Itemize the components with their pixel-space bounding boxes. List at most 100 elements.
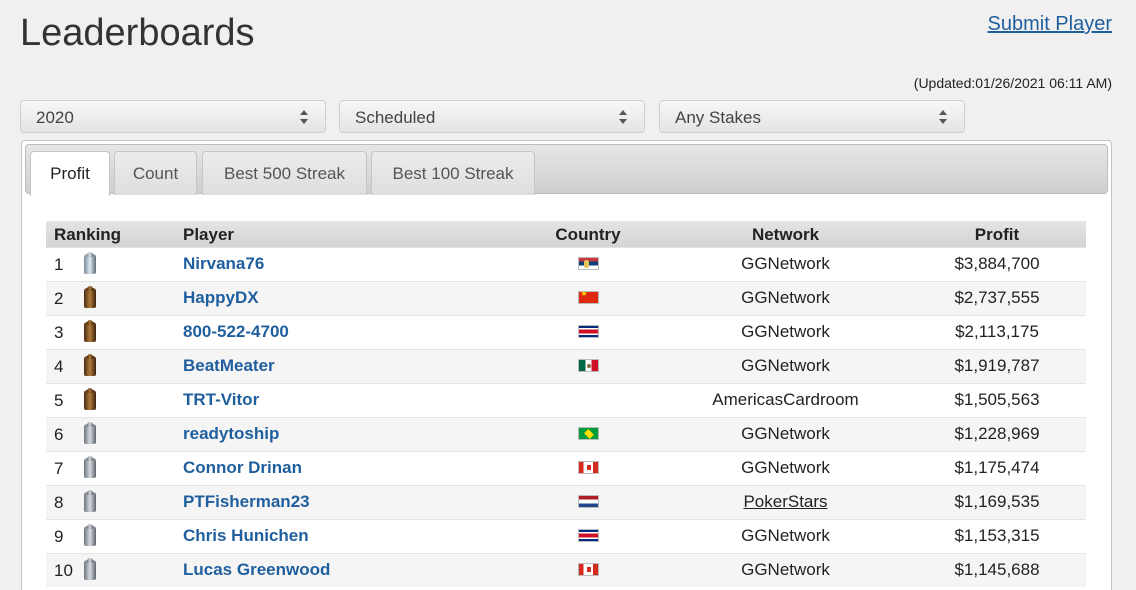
table-row: 1 Nirvana76 GGNetwork $3,884,700 xyxy=(46,246,1086,281)
flag-mx-icon xyxy=(577,359,599,372)
player-link[interactable]: PTFisherman23 xyxy=(183,492,310,511)
country-cell xyxy=(513,246,663,281)
bronze-badge-icon xyxy=(84,387,96,410)
player-link[interactable]: Connor Drinan xyxy=(183,458,302,477)
network-cell: GGNetwork xyxy=(663,246,908,281)
table-row: 4 BeatMeater GGNetwork $1,919,787 xyxy=(46,348,1086,383)
tab-best-100-streak[interactable]: Best 100 Streak xyxy=(371,151,535,195)
stakes-select[interactable]: Any Stakes xyxy=(659,100,965,133)
flag-ca-icon xyxy=(577,461,599,474)
rank-cell: 3 xyxy=(46,314,183,349)
country-cell xyxy=(513,382,663,417)
column-header-network[interactable]: Network xyxy=(663,221,908,247)
player-cell: 800-522-4700 xyxy=(183,314,513,349)
rank-number: 5 xyxy=(54,390,64,410)
rank-cell: 7 xyxy=(46,450,183,485)
country-cell xyxy=(513,314,663,349)
flag-cn-icon xyxy=(577,291,599,304)
network-cell: GGNetwork xyxy=(663,552,908,587)
leaderboard-panel: Profit Count Best 500 Streak Best 100 St… xyxy=(21,140,1112,590)
player-link[interactable]: HappyDX xyxy=(183,288,259,307)
player-cell: HappyDX xyxy=(183,280,513,315)
table-row: 7 Connor Drinan GGNetwork $1,175,474 xyxy=(46,450,1086,485)
table-row: 5 TRT-Vitor AmericasCardroom $1,505,563 xyxy=(46,382,1086,417)
table-body: 1 Nirvana76 GGNetwork $3,884,700 2 HappyDX GGN… xyxy=(46,246,1086,587)
player-link[interactable]: Nirvana76 xyxy=(183,254,264,273)
year-select-value: 2020 xyxy=(36,108,74,127)
player-link[interactable]: readytoship xyxy=(183,424,279,443)
rank-cell: 8 xyxy=(46,484,183,519)
silver-badge-icon xyxy=(84,455,96,478)
rank-cell: 2 xyxy=(46,280,183,315)
table-row: 8 PTFisherman23 PokerStars $1,169,535 xyxy=(46,484,1086,519)
rank-number: 10 xyxy=(54,560,73,580)
network-cell: GGNetwork xyxy=(663,314,908,349)
flag-ca-icon xyxy=(577,563,599,577)
country-cell xyxy=(513,450,663,485)
column-header-country[interactable]: Country xyxy=(513,221,663,247)
column-header-profit[interactable]: Profit xyxy=(908,221,1086,247)
tab-count[interactable]: Count xyxy=(114,151,197,195)
profit-cell: $1,505,563 xyxy=(908,382,1086,417)
tab-bar: Profit Count Best 500 Streak Best 100 St… xyxy=(25,144,1108,196)
network-cell: PokerStars xyxy=(663,484,908,519)
network-label: GGNetwork xyxy=(741,254,830,273)
table-row: 6 readytoship GGNetwork $1,228,969 xyxy=(46,416,1086,451)
player-link[interactable]: Chris Hunichen xyxy=(183,526,309,545)
player-link[interactable]: Lucas Greenwood xyxy=(183,560,330,579)
network-link[interactable]: PokerStars xyxy=(743,492,827,511)
table-header-row: Ranking Player Country Network Profit xyxy=(46,221,1086,247)
network-cell: GGNetwork xyxy=(663,280,908,315)
tab-best-500-streak[interactable]: Best 500 Streak xyxy=(202,151,367,195)
player-link[interactable]: 800-522-4700 xyxy=(183,322,289,341)
network-label: GGNetwork xyxy=(741,288,830,307)
network-cell: GGNetwork xyxy=(663,416,908,451)
silver-badge-icon xyxy=(84,421,96,444)
player-cell: Nirvana76 xyxy=(183,246,513,281)
flag-rs-icon xyxy=(577,257,599,270)
year-select[interactable]: 2020 xyxy=(20,100,326,133)
column-header-player[interactable]: Player xyxy=(183,221,513,247)
player-cell: TRT-Vitor xyxy=(183,382,513,417)
flag-cr-icon xyxy=(577,529,599,542)
player-cell: Lucas Greenwood xyxy=(183,552,513,587)
country-cell xyxy=(513,484,663,519)
bronze-badge-icon xyxy=(84,353,96,376)
game-type-select[interactable]: Scheduled xyxy=(339,100,645,133)
rank-number: 9 xyxy=(54,526,64,546)
player-link[interactable]: TRT-Vitor xyxy=(183,390,259,409)
diamond-badge-icon xyxy=(84,251,96,274)
rank-cell: 5 xyxy=(46,382,183,417)
network-label: GGNetwork xyxy=(741,356,830,375)
country-cell xyxy=(513,552,663,587)
profit-cell: $3,884,700 xyxy=(908,246,1086,281)
rank-number: 8 xyxy=(54,492,64,512)
profit-cell: $1,919,787 xyxy=(908,348,1086,383)
stakes-select-value: Any Stakes xyxy=(675,108,761,127)
profit-cell: $2,737,555 xyxy=(908,280,1086,315)
profit-cell: $1,145,688 xyxy=(908,552,1086,587)
rank-cell: 6 xyxy=(46,416,183,451)
player-link[interactable]: BeatMeater xyxy=(183,356,275,375)
submit-player-link[interactable]: Submit Player xyxy=(988,13,1113,36)
table-row: 10 Lucas Greenwood GGNetwork $1,145,688 xyxy=(46,552,1086,587)
rank-number: 3 xyxy=(54,322,64,342)
game-type-select-value: Scheduled xyxy=(355,108,436,127)
rank-number: 1 xyxy=(54,254,64,274)
flag-cr-icon xyxy=(577,325,599,338)
table-row: 3 800-522-4700 GGNetwork $2,113,175 xyxy=(46,314,1086,349)
column-header-ranking[interactable]: Ranking xyxy=(46,221,183,247)
tab-profit[interactable]: Profit xyxy=(30,151,110,196)
country-cell xyxy=(513,280,663,315)
rank-number: 7 xyxy=(54,458,64,478)
network-label: AmericasCardroom xyxy=(712,390,859,409)
player-cell: PTFisherman23 xyxy=(183,484,513,519)
network-label: GGNetwork xyxy=(741,560,830,580)
rank-cell: 9 xyxy=(46,518,183,553)
network-cell: GGNetwork xyxy=(663,518,908,553)
network-label: GGNetwork xyxy=(741,322,830,341)
network-cell: GGNetwork xyxy=(663,348,908,383)
leaderboard-table: Ranking Player Country Network Profit 1 N… xyxy=(46,221,1086,587)
country-cell xyxy=(513,348,663,383)
player-cell: readytoship xyxy=(183,416,513,451)
